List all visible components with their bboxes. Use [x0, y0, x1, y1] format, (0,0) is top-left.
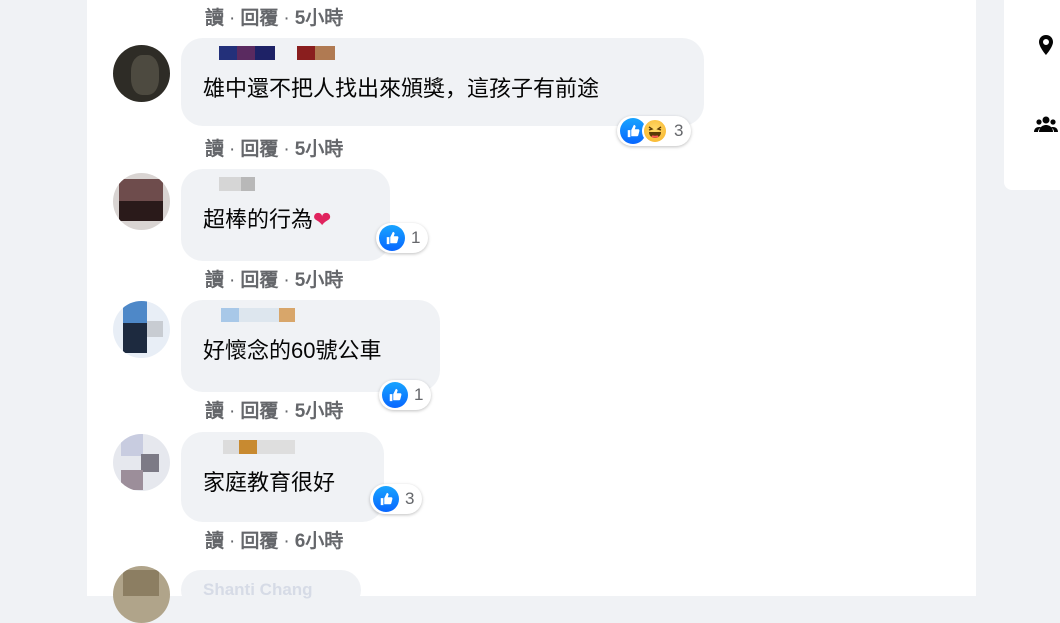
timestamp-link[interactable]: 5小時 [295, 134, 344, 161]
avatar[interactable] [113, 434, 170, 491]
avatar[interactable] [113, 301, 170, 358]
reply-link[interactable]: 回覆 [240, 265, 278, 292]
intro-side-card [1004, 0, 1060, 190]
reaction-summary[interactable]: 3 [370, 484, 423, 514]
reaction-count: 3 [405, 489, 415, 508]
comment-actions: 讀 · 回覆 · 5小時 [205, 265, 343, 292]
read-link[interactable]: 讀 [205, 396, 224, 423]
comment-text: 家庭教育很好 [203, 470, 336, 495]
comment-actions: 讀 · 回覆 · 5小時 [205, 3, 343, 30]
timestamp-link[interactable]: 6小時 [295, 526, 344, 553]
reaction-count: 1 [411, 228, 421, 247]
reply-link[interactable]: 回覆 [240, 3, 278, 30]
timestamp-link[interactable]: 5小時 [295, 265, 344, 292]
reaction-summary[interactable]: 1 [376, 223, 429, 253]
read-link[interactable]: 讀 [205, 526, 224, 553]
comment-actions: 讀 · 回覆 · 6小時 [205, 526, 343, 553]
comment-bubble: Shanti Chang [181, 570, 361, 610]
reply-link[interactable]: 回覆 [240, 134, 278, 161]
timestamp-link[interactable]: 5小時 [295, 3, 344, 30]
reaction-summary[interactable]: 3 [617, 116, 692, 146]
comment-bubble: 雄中還不把人找出來頒獎，這孩子有前途 [181, 38, 704, 126]
comment-author[interactable]: Shanti Chang [203, 580, 313, 600]
read-link[interactable]: 讀 [205, 3, 224, 30]
like-reaction-icon [382, 382, 408, 408]
like-reaction-icon [379, 225, 405, 251]
comment-text: 好懷念的60號公車 [203, 338, 382, 363]
red-heart-emoji-icon: ❤ [313, 207, 332, 232]
read-link[interactable]: 讀 [205, 134, 224, 161]
read-link[interactable]: 讀 [205, 265, 224, 292]
avatar[interactable] [113, 45, 170, 102]
reply-link[interactable]: 回覆 [240, 396, 278, 423]
reaction-summary[interactable]: 1 [379, 380, 432, 410]
reaction-count: 3 [674, 121, 684, 140]
reply-link[interactable]: 回覆 [240, 526, 278, 553]
comment-bubble: 好懷念的60號公車 [181, 300, 440, 392]
comment-bubble: 超棒的行為❤ [181, 169, 390, 261]
comment-actions: 讀 · 回覆 · 5小時 [205, 134, 343, 161]
comment-text: 雄中還不把人找出來頒獎，這孩子有前途 [203, 76, 600, 101]
like-reaction-icon [373, 486, 399, 512]
location-pin-icon [1039, 35, 1053, 55]
reaction-count: 1 [414, 385, 424, 404]
comment-bubble: 家庭教育很好 [181, 432, 384, 522]
comment-text: 超棒的行為❤ [203, 205, 331, 235]
avatar[interactable] [113, 566, 170, 623]
group-icon [1034, 116, 1058, 132]
comment-text-content: 超棒的行為 [203, 207, 314, 232]
timestamp-link[interactable]: 5小時 [295, 396, 344, 423]
haha-reaction-icon [642, 118, 668, 144]
comment-actions: 讀 · 回覆 · 5小時 [205, 396, 343, 423]
avatar[interactable] [113, 173, 170, 230]
